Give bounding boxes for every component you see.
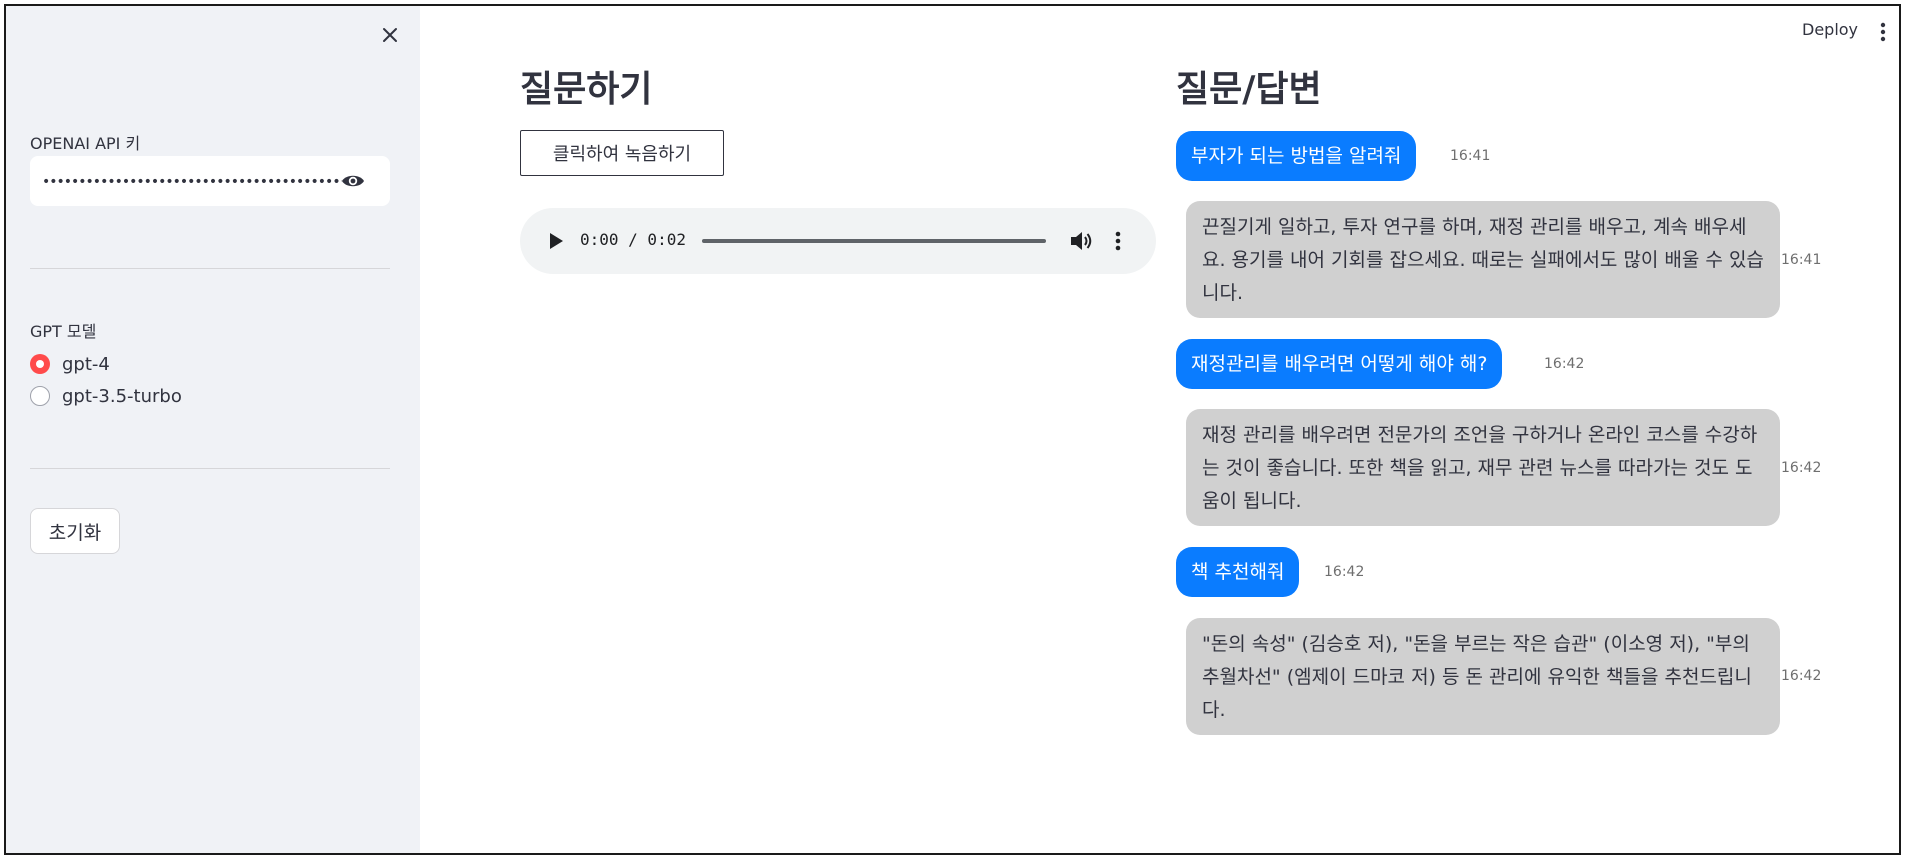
ask-title: 질문하기 xyxy=(520,69,653,110)
sidebar-divider xyxy=(30,268,390,269)
user-message: 책 추천해줘 xyxy=(1176,547,1300,597)
audio-seek-bar[interactable] xyxy=(702,239,1046,243)
model-option-gpt-3-5-turbo[interactable]: gpt-3.5-turbo xyxy=(30,383,182,409)
model-option-label: gpt-3.5-turbo xyxy=(62,385,182,407)
sidebar: OPENAI API 키 GPT 모델 gpt-4 gpt-3.5-turbo … xyxy=(6,6,420,853)
show-password-button[interactable] xyxy=(339,168,367,194)
user-message: 부자가 되는 방법을 알려줘 xyxy=(1176,131,1417,181)
sidebar-divider xyxy=(30,468,390,469)
app-window: OPENAI API 키 GPT 모델 gpt-4 gpt-3.5-turbo … xyxy=(4,4,1901,855)
play-icon[interactable] xyxy=(542,228,568,254)
message-timestamp: 16:42 xyxy=(1544,356,1585,372)
assistant-message: 재정 관리를 배우려면 전문가의 조언을 구하거나 온라인 코스를 수강하는 것… xyxy=(1186,409,1780,526)
reset-button[interactable]: 초기화 xyxy=(30,508,120,554)
close-icon xyxy=(383,28,397,42)
more-vertical-icon xyxy=(1880,22,1886,42)
close-sidebar-button[interactable] xyxy=(375,20,405,50)
message-timestamp: 16:42 xyxy=(1781,668,1822,684)
deploy-button[interactable]: Deploy xyxy=(1802,20,1858,39)
record-button[interactable]: 클릭하여 녹음하기 xyxy=(520,130,724,176)
volume-icon[interactable] xyxy=(1068,228,1094,254)
api-key-field xyxy=(30,156,390,206)
message-timestamp: 16:41 xyxy=(1781,252,1822,268)
model-label: GPT 모델 xyxy=(30,322,97,341)
model-option-label: gpt-4 xyxy=(62,353,110,375)
audio-player: 0:00 / 0:02 xyxy=(520,208,1156,274)
api-key-input[interactable] xyxy=(40,168,344,196)
radio-unselected-icon xyxy=(30,386,50,406)
model-option-gpt-4[interactable]: gpt-4 xyxy=(30,351,110,377)
api-key-label: OPENAI API 키 xyxy=(30,134,141,153)
user-message: 재정관리를 배우려면 어떻게 해야 해? xyxy=(1176,339,1503,389)
message-timestamp: 16:42 xyxy=(1781,460,1822,476)
main-menu-button[interactable] xyxy=(1878,20,1888,44)
eye-icon xyxy=(342,175,364,187)
assistant-message: 끈질기게 일하고, 투자 연구를 하며, 재정 관리를 배우고, 계속 배우세요… xyxy=(1186,201,1780,318)
message-timestamp: 16:42 xyxy=(1324,564,1365,580)
radio-selected-icon xyxy=(30,354,50,374)
chat-title: 질문/답변 xyxy=(1176,69,1322,110)
audio-time: 0:00 / 0:02 xyxy=(580,230,686,249)
message-timestamp: 16:41 xyxy=(1450,148,1491,164)
more-vertical-icon[interactable] xyxy=(1112,228,1124,254)
assistant-message: "돈의 속성" (김승호 저), "돈을 부르는 작은 습관" (이소영 저),… xyxy=(1186,618,1780,735)
